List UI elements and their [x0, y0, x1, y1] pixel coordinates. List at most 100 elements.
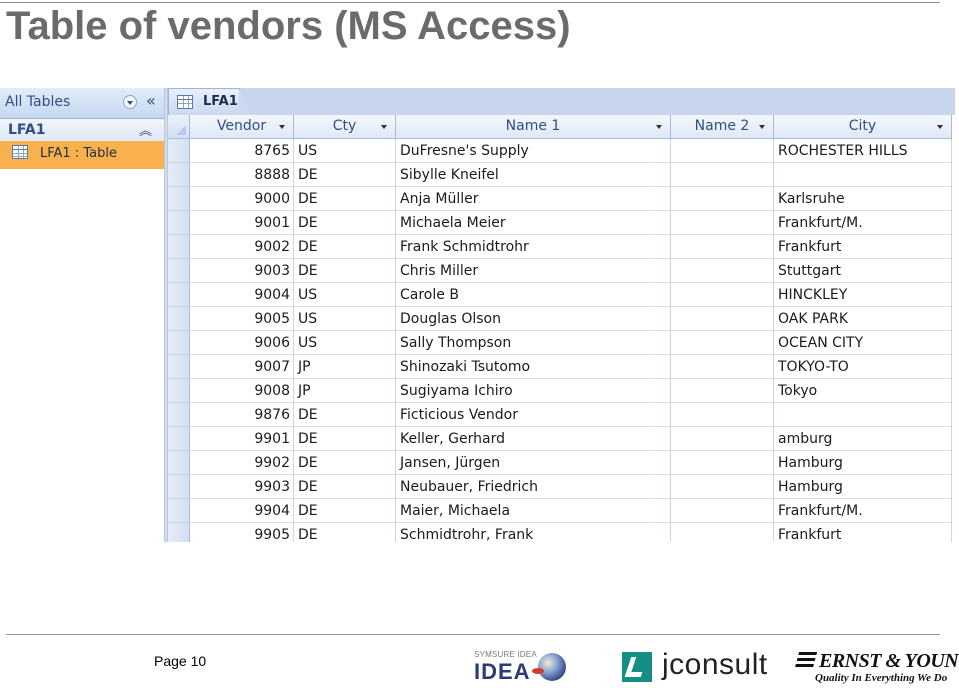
table-cell[interactable]: HINCKLEY — [774, 283, 952, 307]
table-cell[interactable]: Keller, Gerhard — [396, 427, 671, 451]
table-cell[interactable]: DE — [294, 427, 396, 451]
filter-dropdown-icon[interactable] — [381, 125, 387, 129]
table-cell[interactable]: OAK PARK — [774, 307, 952, 331]
table-cell[interactable]: Stuttgart — [774, 259, 952, 283]
row-selector[interactable] — [168, 475, 190, 499]
row-selector[interactable] — [168, 259, 190, 283]
table-cell[interactable]: Jansen, Jürgen — [396, 451, 671, 475]
table-cell[interactable]: Douglas Olson — [396, 307, 671, 331]
table-cell[interactable]: US — [294, 331, 396, 355]
table-cell[interactable]: Chris Miller — [396, 259, 671, 283]
table-cell[interactable]: 9007 — [190, 355, 294, 379]
row-selector[interactable] — [168, 427, 190, 451]
table-cell[interactable] — [671, 211, 774, 235]
row-selector[interactable] — [168, 211, 190, 235]
table-cell[interactable]: Neubauer, Friedrich — [396, 475, 671, 499]
table-cell[interactable] — [671, 403, 774, 427]
table-cell[interactable]: 9006 — [190, 331, 294, 355]
table-cell[interactable] — [671, 259, 774, 283]
table-cell[interactable]: 8765 — [190, 139, 294, 163]
filter-dropdown-icon[interactable] — [656, 125, 662, 129]
column-header[interactable]: Name 2 — [671, 115, 774, 139]
table-cell[interactable] — [671, 355, 774, 379]
row-selector[interactable] — [168, 307, 190, 331]
table-cell[interactable]: DE — [294, 187, 396, 211]
nav-group-lfa1[interactable]: LFA1 ︽ — [0, 119, 164, 142]
table-cell[interactable]: 9003 — [190, 259, 294, 283]
table-cell[interactable] — [671, 331, 774, 355]
table-cell[interactable] — [774, 403, 952, 427]
row-selector[interactable] — [168, 499, 190, 523]
row-selector[interactable] — [168, 163, 190, 187]
table-cell[interactable] — [774, 163, 952, 187]
row-selector[interactable] — [168, 451, 190, 475]
table-cell[interactable]: 9005 — [190, 307, 294, 331]
table-cell[interactable]: DE — [294, 451, 396, 475]
filter-dropdown-icon[interactable] — [279, 125, 285, 129]
table-cell[interactable]: Sibylle Kneifel — [396, 163, 671, 187]
column-header[interactable]: City — [774, 115, 952, 139]
table-cell[interactable]: DuFresne's Supply — [396, 139, 671, 163]
table-cell[interactable]: TOKYO-TO — [774, 355, 952, 379]
table-cell[interactable] — [671, 379, 774, 403]
table-cell[interactable]: Tokyo — [774, 379, 952, 403]
table-cell[interactable]: DE — [294, 403, 396, 427]
table-cell[interactable] — [671, 139, 774, 163]
row-selector[interactable] — [168, 283, 190, 307]
table-cell[interactable] — [671, 163, 774, 187]
table-cell[interactable]: Schmidtrohr, Frank — [396, 523, 671, 542]
chevron-up-icon[interactable]: ︽ — [139, 120, 152, 139]
table-cell[interactable] — [671, 427, 774, 451]
table-cell[interactable]: DE — [294, 211, 396, 235]
table-cell[interactable]: Hamburg — [774, 475, 952, 499]
table-cell[interactable]: Karlsruhe — [774, 187, 952, 211]
table-cell[interactable] — [671, 307, 774, 331]
table-cell[interactable]: Frankfurt/M. — [774, 499, 952, 523]
tab-lfa1[interactable]: LFA1 — [168, 88, 251, 115]
table-cell[interactable]: DE — [294, 235, 396, 259]
table-cell[interactable]: 9008 — [190, 379, 294, 403]
filter-dropdown-icon[interactable] — [759, 125, 765, 129]
table-cell[interactable]: Maier, Michaela — [396, 499, 671, 523]
table-cell[interactable]: Shinozaki Tsutomo — [396, 355, 671, 379]
row-selector[interactable] — [168, 403, 190, 427]
table-cell[interactable]: DE — [294, 259, 396, 283]
table-cell[interactable]: 9000 — [190, 187, 294, 211]
table-cell[interactable]: 9876 — [190, 403, 294, 427]
table-cell[interactable]: DE — [294, 523, 396, 542]
table-cell[interactable] — [671, 451, 774, 475]
table-cell[interactable]: amburg — [774, 427, 952, 451]
row-selector[interactable] — [168, 235, 190, 259]
table-cell[interactable]: US — [294, 283, 396, 307]
table-cell[interactable]: US — [294, 307, 396, 331]
filter-dropdown-icon[interactable] — [937, 125, 943, 129]
row-selector[interactable] — [168, 139, 190, 163]
table-cell[interactable]: Sally Thompson — [396, 331, 671, 355]
table-cell[interactable]: OCEAN CITY — [774, 331, 952, 355]
table-cell[interactable]: DE — [294, 499, 396, 523]
row-selector[interactable] — [168, 355, 190, 379]
table-cell[interactable]: Sugiyama Ichiro — [396, 379, 671, 403]
table-cell[interactable]: Frankfurt/M. — [774, 211, 952, 235]
table-cell[interactable]: Ficticious Vendor — [396, 403, 671, 427]
table-cell[interactable]: Frankfurt — [774, 523, 952, 542]
table-cell[interactable]: Anja Müller — [396, 187, 671, 211]
table-cell[interactable]: 9904 — [190, 499, 294, 523]
table-cell[interactable] — [671, 499, 774, 523]
table-cell[interactable] — [671, 523, 774, 542]
column-header[interactable]: Vendor — [190, 115, 294, 139]
column-header[interactable]: Cty — [294, 115, 396, 139]
table-cell[interactable] — [671, 235, 774, 259]
table-cell[interactable]: 9905 — [190, 523, 294, 542]
table-cell[interactable]: DE — [294, 475, 396, 499]
dropdown-arrow-icon[interactable] — [123, 95, 137, 109]
table-cell[interactable]: 8888 — [190, 163, 294, 187]
collapse-pane-icon[interactable]: « — [146, 92, 156, 110]
row-selector[interactable] — [168, 379, 190, 403]
table-cell[interactable]: Frankfurt — [774, 235, 952, 259]
table-cell[interactable]: DE — [294, 163, 396, 187]
row-selector[interactable] — [168, 523, 190, 542]
table-cell[interactable]: JP — [294, 355, 396, 379]
table-cell[interactable]: 9001 — [190, 211, 294, 235]
nav-item-lfa1-table[interactable]: LFA1 : Table — [0, 141, 164, 169]
